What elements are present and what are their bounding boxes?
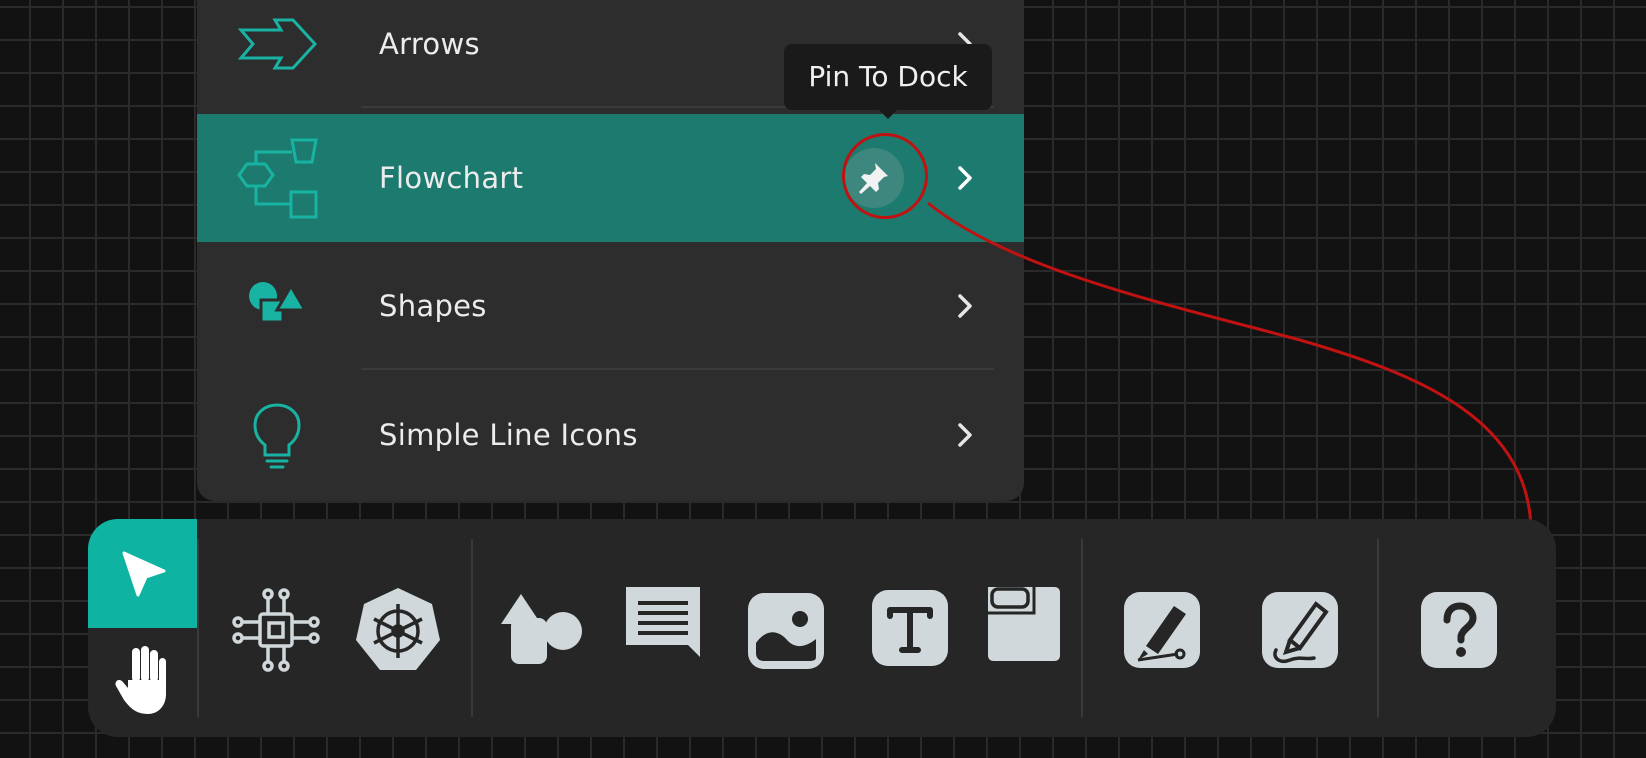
shapes-icon [249, 282, 308, 324]
dock-separator [1377, 539, 1379, 717]
arrow-icon [237, 18, 318, 70]
pin-to-dock-tooltip: Pin To Dock [784, 44, 992, 119]
pencil-icon [1262, 592, 1338, 668]
pencil-tool-button[interactable] [1254, 584, 1346, 676]
menu-item-label: Flowchart [379, 161, 524, 195]
kubernetes-tool-button[interactable] [352, 584, 444, 676]
lightbulb-icon [253, 403, 301, 469]
menu-item-label: Arrows [379, 27, 480, 61]
hand-icon [115, 646, 166, 714]
speech-bubble-icon [626, 587, 700, 657]
architecture-tool-button[interactable] [230, 584, 322, 676]
chevron-right-icon [958, 166, 972, 190]
help-tool-button[interactable] [1413, 584, 1505, 676]
dock-separator [471, 539, 473, 717]
menu-item-label: Simple Line Icons [379, 418, 638, 452]
helm-wheel-icon [356, 588, 440, 670]
pan-tool-button[interactable] [88, 628, 197, 737]
comment-tool-button[interactable] [618, 581, 710, 673]
image-tool-button[interactable] [740, 585, 832, 677]
question-icon [1421, 592, 1497, 668]
chevron-right-icon [958, 294, 972, 318]
mode-select [88, 519, 197, 737]
text-tool-button[interactable] [864, 582, 956, 674]
image-icon [748, 593, 824, 669]
menu-item-label: Shapes [379, 289, 487, 323]
tool-dock [88, 519, 1556, 737]
text-icon [872, 590, 948, 666]
flowchart-icon [237, 138, 318, 219]
shapes-tool-button[interactable] [499, 584, 591, 676]
annotation-highlight-circle [842, 133, 928, 219]
frame-icon [988, 587, 1060, 661]
divider [361, 368, 994, 370]
menu-item-shapes[interactable]: Shapes [197, 242, 1024, 370]
frame-tool-button[interactable] [978, 579, 1070, 671]
pen-tool-button[interactable] [1116, 584, 1208, 676]
chip-icon [232, 588, 320, 672]
menu-item-simple-line-icons[interactable]: Simple Line Icons [197, 371, 1024, 499]
chevron-right-icon [958, 423, 972, 447]
dock-separator [1081, 539, 1083, 717]
shapes-icon [501, 594, 582, 664]
cursor-icon [122, 551, 166, 597]
pen-icon [1124, 592, 1200, 668]
dock-separator [197, 539, 199, 717]
select-tool-button[interactable] [88, 519, 197, 628]
